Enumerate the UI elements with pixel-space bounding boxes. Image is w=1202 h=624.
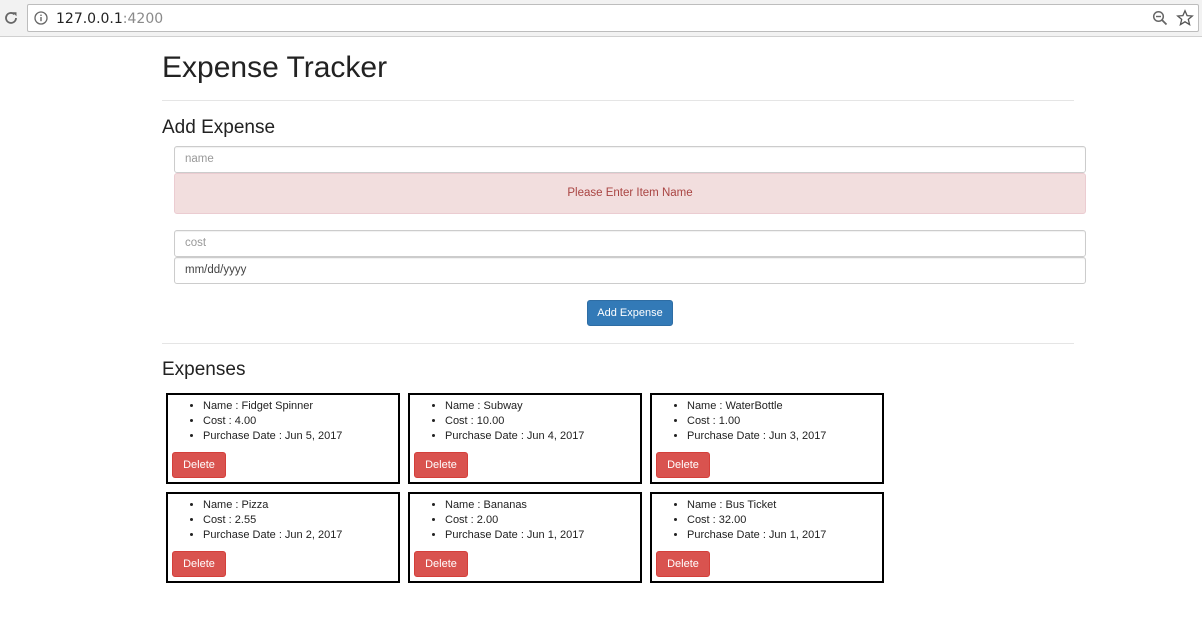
expense-cost: Cost : 32.00 [687,513,826,528]
cost-input[interactable]: cost [174,230,1086,257]
reload-icon[interactable] [2,9,20,27]
expense-card: Name : Bananas Cost : 2.00 Purchase Date… [408,492,642,583]
divider [162,343,1074,344]
expense-details: Name : Bananas Cost : 2.00 Purchase Date… [410,498,584,543]
expense-name: Name : WaterBottle [687,399,826,414]
expense-name: Name : Pizza [203,498,342,513]
expense-cost: Cost : 1.00 [687,414,826,429]
delete-button[interactable]: Delete [656,452,710,478]
add-expense-button[interactable]: Add Expense [587,300,673,326]
delete-button[interactable]: Delete [414,551,468,577]
expense-cost: Cost : 10.00 [445,414,584,429]
expense-card: Name : Fidget Spinner Cost : 4.00 Purcha… [166,393,400,484]
add-expense-heading: Add Expense [162,117,276,138]
expense-cost: Cost : 2.00 [445,513,584,528]
expense-details: Name : Fidget Spinner Cost : 4.00 Purcha… [168,399,342,444]
expense-name: Name : Bus Ticket [687,498,826,513]
divider [162,100,1074,101]
delete-button[interactable]: Delete [172,551,226,577]
date-input[interactable]: mm/dd/yyyy [174,257,1086,284]
expense-name: Name : Fidget Spinner [203,399,342,414]
delete-button[interactable]: Delete [414,452,468,478]
expense-details: Name : Pizza Cost : 2.55 Purchase Date :… [168,498,342,543]
expense-cost: Cost : 4.00 [203,414,342,429]
browser-toolbar: 127.0.0.1:4200 [0,0,1202,37]
address-bar[interactable]: 127.0.0.1:4200 [27,4,1199,32]
delete-button[interactable]: Delete [656,551,710,577]
name-error-alert: Please Enter Item Name [174,173,1086,214]
info-icon[interactable] [34,11,48,25]
expense-details: Name : WaterBottle Cost : 1.00 Purchase … [652,399,826,444]
expense-card: Name : WaterBottle Cost : 1.00 Purchase … [650,393,884,484]
bookmark-star-icon[interactable] [1176,9,1194,27]
expense-name: Name : Subway [445,399,584,414]
expense-card: Name : Bus Ticket Cost : 32.00 Purchase … [650,492,884,583]
expense-date: Purchase Date : Jun 1, 2017 [445,528,584,543]
expense-date: Purchase Date : Jun 2, 2017 [203,528,342,543]
url-host: 127.0.0.1 [56,11,123,27]
expense-details: Name : Bus Ticket Cost : 32.00 Purchase … [652,498,826,543]
zoom-icon[interactable] [1152,10,1168,26]
expense-date: Purchase Date : Jun 4, 2017 [445,429,584,444]
expense-date: Purchase Date : Jun 1, 2017 [687,528,826,543]
expense-card: Name : Pizza Cost : 2.55 Purchase Date :… [166,492,400,583]
delete-button[interactable]: Delete [172,452,226,478]
page-title: Expense Tracker [162,51,388,84]
expenses-heading: Expenses [162,359,246,380]
expense-details: Name : Subway Cost : 10.00 Purchase Date… [410,399,584,444]
url-port: :4200 [122,11,164,27]
expense-card: Name : Subway Cost : 10.00 Purchase Date… [408,393,642,484]
expense-date: Purchase Date : Jun 5, 2017 [203,429,342,444]
expense-cost: Cost : 2.55 [203,513,342,528]
expense-date: Purchase Date : Jun 3, 2017 [687,429,826,444]
url-text: 127.0.0.1:4200 [56,11,163,27]
expense-name: Name : Bananas [445,498,584,513]
name-input[interactable]: name [174,146,1086,173]
